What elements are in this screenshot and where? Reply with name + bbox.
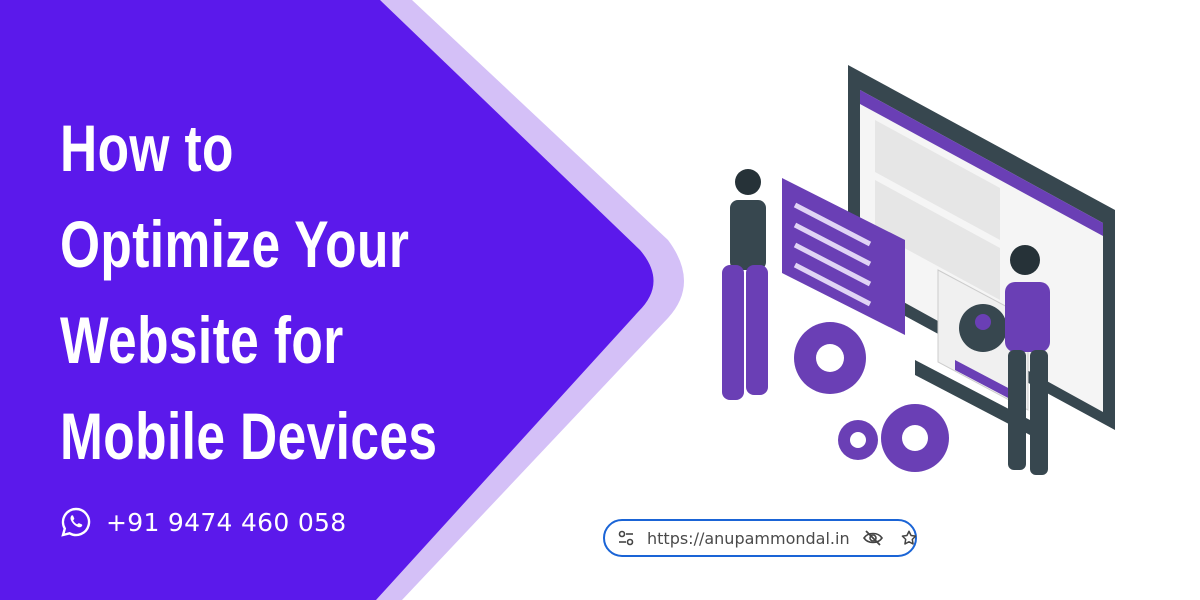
site-settings-icon[interactable] [617,529,635,547]
title-line: Website for [60,303,344,377]
address-bar[interactable]: https://anupammondal.in [603,519,917,557]
phone-number: +91 9474 460 058 [106,507,347,537]
title-line: Mobile Devices [60,399,438,473]
eye-off-icon[interactable] [862,529,884,547]
page-title: How to Optimize Your Website for Mobile … [60,100,544,484]
title-line: How to [60,111,234,185]
url-text[interactable]: https://anupammondal.in [647,529,850,548]
phone-contact[interactable]: +91 9474 460 058 [60,506,346,538]
whatsapp-icon [61,507,91,537]
gears-illustration [794,322,949,472]
woman-figure-illustration [722,169,768,400]
star-icon[interactable] [900,529,918,547]
illustration [722,65,1115,475]
title-line: Optimize Your [60,207,410,281]
